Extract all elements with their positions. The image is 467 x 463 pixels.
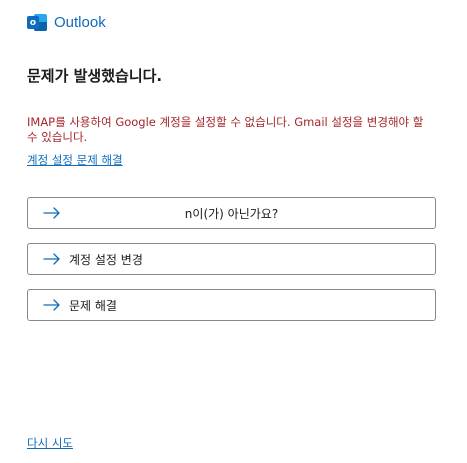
- page-title: 문제가 발생했습니다.: [27, 67, 163, 85]
- troubleshoot-button[interactable]: 문제 해결: [27, 289, 436, 321]
- outlook-error-dialog: o Outlook 문제가 발생했습니다. IMAP를 사용하여 Google …: [0, 0, 467, 463]
- change-account-settings-button[interactable]: 계정 설정 변경: [27, 243, 436, 275]
- troubleshoot-setup-link[interactable]: 계정 설정 문제 해결: [27, 152, 123, 168]
- troubleshoot-label: 문제 해결: [69, 298, 117, 313]
- error-message: IMAP를 사용하여 Google 계정을 설정할 수 없습니다. Gmail …: [27, 115, 424, 144]
- arrow-right-icon: [43, 253, 60, 265]
- not-you-button[interactable]: n이(가) 아닌가요?: [27, 197, 436, 229]
- not-you-label: n이(가) 아닌가요?: [184, 206, 279, 221]
- outlook-logo-icon: o: [27, 13, 47, 32]
- retry-link[interactable]: 다시 시도: [27, 435, 73, 451]
- arrow-right-icon: [43, 299, 60, 311]
- change-account-settings-label: 계정 설정 변경: [69, 252, 143, 267]
- brand-header: o Outlook: [27, 13, 106, 32]
- brand-name: Outlook: [54, 14, 106, 31]
